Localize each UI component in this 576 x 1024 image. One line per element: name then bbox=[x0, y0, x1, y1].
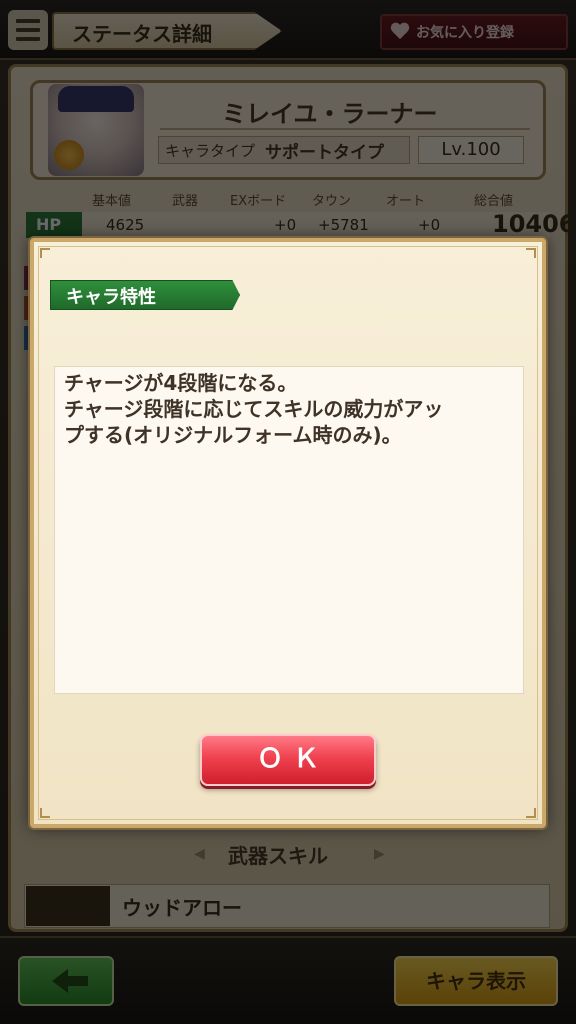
dialog-corner-ornament bbox=[526, 808, 536, 818]
chara-view-button[interactable]: キャラ表示 bbox=[394, 956, 558, 1006]
column-header: 総合値 bbox=[474, 194, 514, 209]
column-header: タウン bbox=[312, 194, 352, 209]
stat-label-hp: HP bbox=[26, 212, 82, 238]
ok-button[interactable]: ＯＫ bbox=[200, 734, 376, 786]
stat-base: 4625 bbox=[106, 216, 145, 234]
trait-description: チャージが4段階になる。 チャージ段階に応じてスキルの威力がアッ プする(オリジ… bbox=[64, 371, 444, 447]
menu-icon-line bbox=[16, 37, 40, 41]
stats-header: 基本値 武器 EXボード タウン オート 総合値 bbox=[26, 190, 550, 210]
character-type: キャラタイプ サポートタイプ bbox=[158, 136, 410, 164]
type-value: サポートタイプ bbox=[265, 142, 385, 163]
stats-row-hp: HP 4625 +0 +5781 +0 10406 bbox=[26, 210, 576, 238]
weapon-prev-icon[interactable]: ◀ bbox=[194, 846, 205, 862]
column-header: EXボード bbox=[230, 194, 287, 209]
heart-icon bbox=[390, 23, 410, 41]
favorite-label: お気に入り登録 bbox=[416, 25, 514, 41]
stat-total: 10406 bbox=[492, 210, 576, 238]
character-name: ミレイユ・ラーナー bbox=[222, 100, 438, 128]
weapon-name: ウッドアロー bbox=[122, 896, 242, 920]
back-arrow-icon bbox=[52, 969, 88, 993]
avatar-badge-icon bbox=[54, 140, 84, 170]
type-label: キャラタイプ bbox=[165, 141, 256, 160]
column-header: 武器 bbox=[172, 194, 199, 209]
dialog-corner-ornament bbox=[40, 808, 50, 818]
favorite-button[interactable]: お気に入り登録 bbox=[380, 14, 568, 50]
stat-ex-board: +0 bbox=[274, 216, 297, 234]
weapon-image bbox=[26, 886, 110, 926]
menu-button[interactable] bbox=[8, 10, 48, 50]
page-title: ステータス詳細 bbox=[72, 22, 212, 46]
stat-auto: +0 bbox=[418, 216, 441, 234]
dialog-corner-ornament bbox=[526, 248, 536, 258]
avatar-bow-decoration bbox=[58, 86, 134, 112]
dialog-corner-ornament bbox=[40, 248, 50, 258]
name-divider bbox=[160, 128, 530, 130]
back-button[interactable] bbox=[18, 956, 114, 1006]
menu-icon-line bbox=[16, 19, 40, 23]
weapon-next-icon[interactable]: ▶ bbox=[374, 846, 385, 862]
section-title: キャラ特性 bbox=[66, 287, 156, 308]
menu-icon-line bbox=[16, 28, 40, 32]
stat-town: +5781 bbox=[318, 216, 369, 234]
column-header: オート bbox=[386, 194, 426, 209]
column-header: 基本値 bbox=[92, 194, 132, 209]
weapon-skill-title: 武器スキル bbox=[228, 844, 328, 868]
level-badge: Lv.100 bbox=[418, 136, 524, 164]
